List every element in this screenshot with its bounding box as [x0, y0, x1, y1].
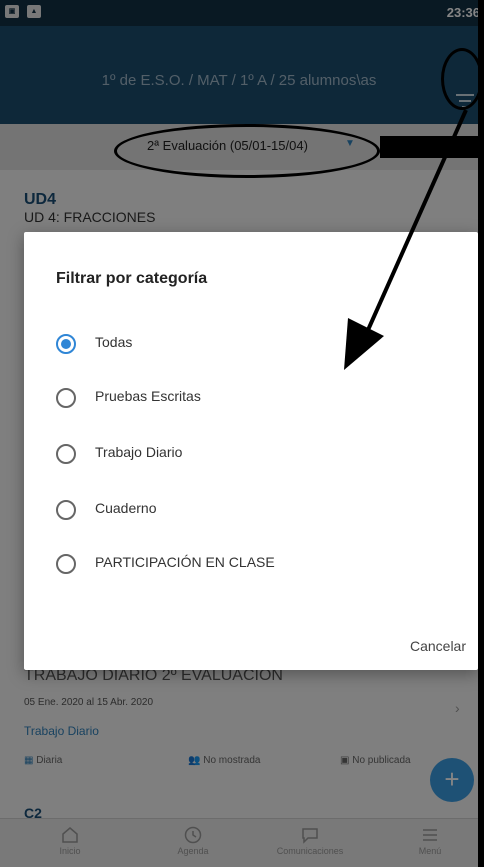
annotation-arrow	[344, 109, 468, 370]
screen-edge	[478, 0, 484, 867]
app-screen: ▣ ▲ 23:36 1º de E.S.O. / MAT / 1º A / 25…	[0, 0, 478, 867]
